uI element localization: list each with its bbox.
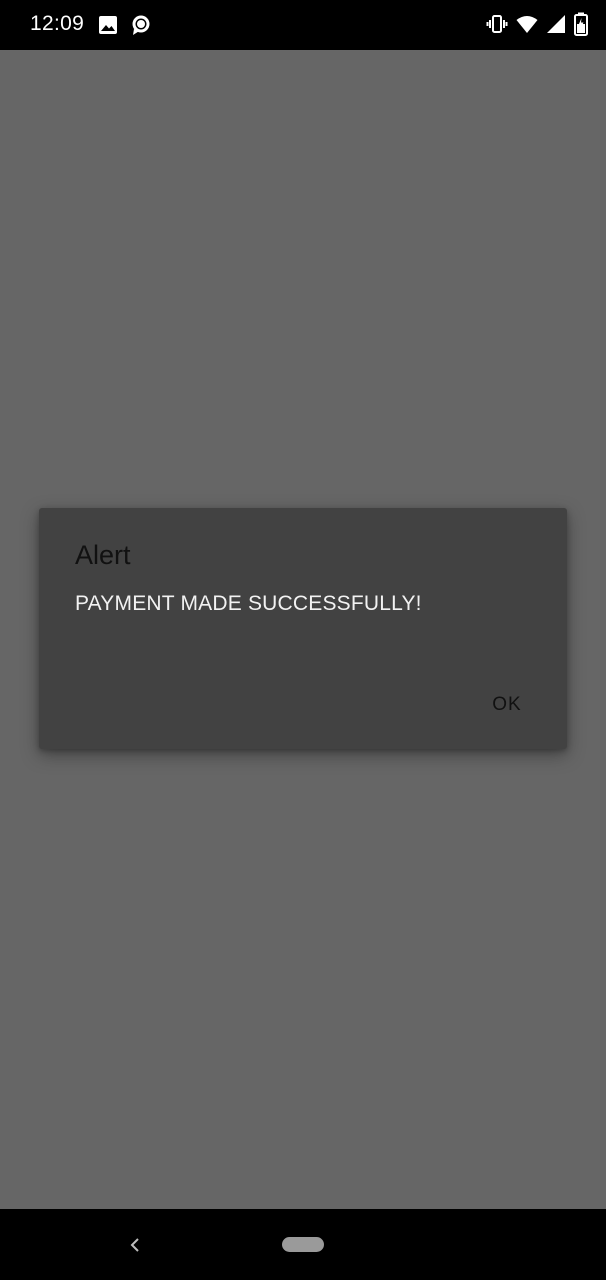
alert-dialog: Alert PAYMENT MADE SUCCESSFULLY! OK — [39, 508, 567, 749]
status-right-icons — [486, 12, 588, 41]
chat-bubble-icon — [130, 14, 152, 41]
ok-button[interactable]: OK — [477, 684, 537, 726]
phone-screen: 12:09 Alert PAYMENT MADE SUCCESSFULLY! O… — [0, 0, 606, 1280]
signal-icon — [546, 13, 566, 40]
status-time: 12:09 — [30, 12, 85, 35]
image-icon — [98, 15, 118, 40]
navigation-bar — [0, 1209, 606, 1280]
vibrate-icon — [486, 13, 508, 40]
status-left-icons — [98, 14, 152, 41]
home-pill-icon[interactable] — [282, 1237, 324, 1252]
back-icon[interactable] — [124, 1233, 146, 1257]
status-bar: 12:09 — [0, 0, 606, 50]
wifi-icon — [516, 13, 538, 40]
dialog-title: Alert — [75, 540, 131, 570]
dialog-message: PAYMENT MADE SUCCESSFULLY! — [75, 592, 422, 615]
battery-charging-icon — [574, 12, 588, 41]
